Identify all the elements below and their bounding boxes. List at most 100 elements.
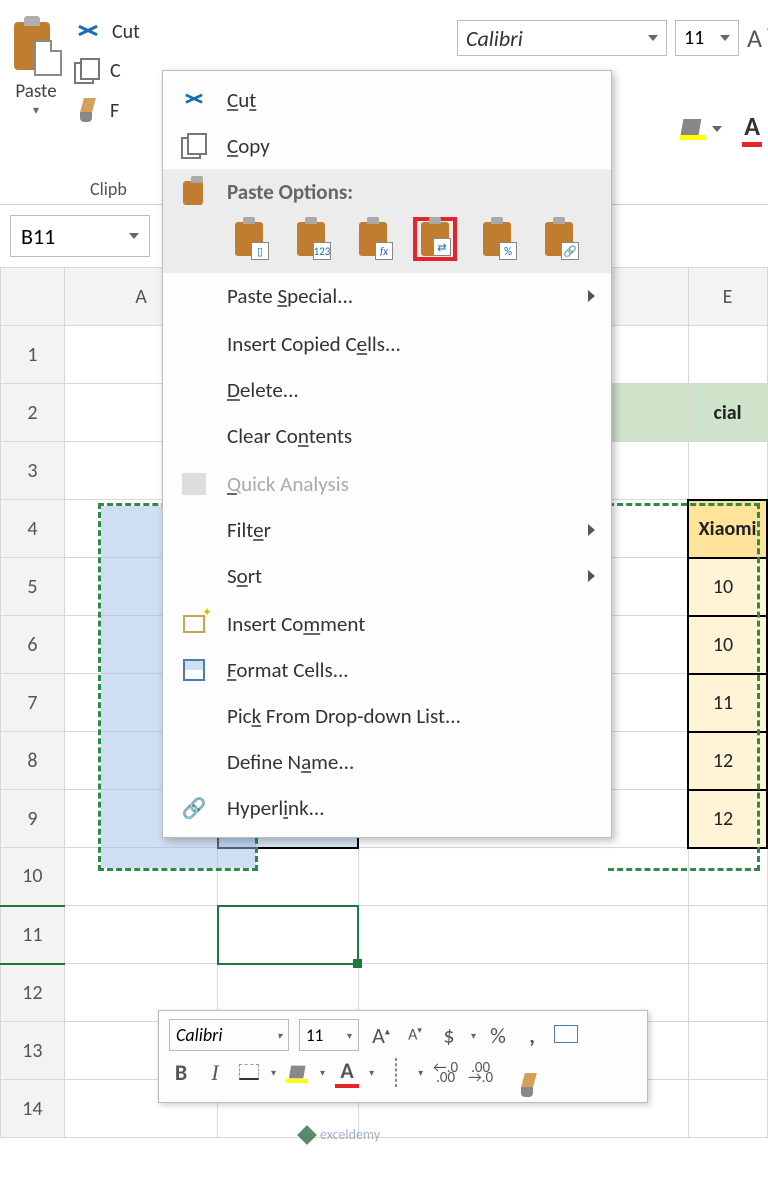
paste-option-formatting[interactable]: % [475, 217, 519, 261]
mini-border-style[interactable] [384, 1059, 408, 1086]
paste-option-formulas[interactable]: fx [351, 217, 395, 261]
data-cell[interactable]: 11 [688, 674, 767, 732]
font-color-button[interactable]: A [742, 110, 762, 147]
increase-font-button[interactable]: A [747, 22, 762, 54]
mini-toolbar: Calibri▾ 11▾ A▴ A▾ $ ▾ % , B I ▾ ▾ A ▾ ▾… [158, 1010, 648, 1103]
paste-option-values[interactable]: 123 [289, 217, 333, 261]
brush-icon [74, 98, 100, 124]
data-cell[interactable]: 12 [688, 732, 767, 790]
link-icon: 🔗 [179, 795, 209, 821]
data-cell[interactable]: 10 [688, 558, 767, 616]
row-header[interactable]: 12 [1, 964, 65, 1022]
row-header[interactable]: 4 [1, 500, 65, 558]
data-cell[interactable]: 12 [688, 790, 767, 848]
ctx-clear-contents[interactable]: Clear Contents [163, 413, 611, 459]
mini-italic[interactable]: I [203, 1060, 227, 1086]
scissors-icon [74, 20, 102, 44]
ctx-format-cells[interactable]: Format Cells... [163, 647, 611, 693]
mini-percent-format[interactable]: % [486, 1022, 510, 1049]
chevron-right-icon [588, 524, 595, 536]
mini-fill-color[interactable] [286, 1062, 310, 1083]
col-header-E[interactable]: E [688, 268, 767, 326]
title-cell: cial [688, 384, 767, 442]
paste-split-button[interactable]: Paste ▾ [10, 10, 62, 118]
row-header[interactable]: 9 [1, 790, 65, 848]
paste-option-link[interactable]: 🔗 [537, 217, 581, 261]
copy-icon [74, 58, 100, 84]
mini-shrink-font[interactable]: A▾ [403, 1025, 427, 1044]
cut-button[interactable]: Cut [74, 20, 140, 44]
doc-icon: ▯ [251, 242, 269, 260]
chevron-right-icon [588, 290, 595, 302]
format-painter-label: F [110, 99, 119, 123]
font-name-combo[interactable]: Calibri [457, 20, 667, 56]
font-size-combo[interactable]: 11 [675, 20, 739, 56]
row-header[interactable]: 5 [1, 558, 65, 616]
chevron-right-icon [588, 570, 595, 582]
mini-decrease-decimal[interactable]: .00→.0 [468, 1063, 493, 1083]
name-box[interactable]: B11 [10, 215, 150, 257]
paste-label: Paste [15, 80, 56, 103]
ctx-filter[interactable]: Filter [163, 507, 611, 553]
row-header[interactable]: 7 [1, 674, 65, 732]
mini-grow-font[interactable]: A▴ [369, 1022, 393, 1049]
paste-option-transpose[interactable]: ⇄ [413, 217, 457, 261]
chevron-down-icon [129, 233, 139, 239]
mini-increase-decimal[interactable]: ←.0.00 [433, 1063, 458, 1083]
active-cell[interactable] [218, 906, 359, 964]
mini-font-color[interactable]: A [335, 1057, 359, 1088]
ctx-cut[interactable]: Cut [163, 77, 611, 123]
row-header[interactable]: 1 [1, 326, 65, 384]
ctx-hyperlink[interactable]: 🔗 Hyperlink... [163, 785, 611, 831]
copy-button[interactable]: C [74, 58, 140, 84]
row-header[interactable]: 10 [1, 848, 65, 906]
row-header[interactable]: 2 [1, 384, 65, 442]
ctx-paste-special[interactable]: Paste Special... [163, 273, 611, 319]
select-all-corner[interactable] [1, 268, 65, 326]
ctx-define-name[interactable]: Define Name... [163, 739, 611, 785]
copy-label: C [110, 59, 121, 83]
mini-font-size[interactable]: 11▾ [299, 1019, 359, 1051]
context-menu: Cut Copy Paste Options: ▯ 123 fx ⇄ % 🔗 P… [162, 70, 612, 838]
row-header[interactable]: 6 [1, 616, 65, 674]
mini-accounting-format[interactable]: $ [437, 1022, 461, 1049]
ctx-copy[interactable]: Copy [163, 123, 611, 169]
fill-color-button[interactable] [680, 117, 722, 140]
comment-icon [183, 615, 205, 633]
format-cells-icon [183, 659, 205, 681]
row-header[interactable]: 3 [1, 442, 65, 500]
fill-handle[interactable] [353, 959, 362, 968]
watermark: exceldemy [300, 1126, 380, 1143]
mini-merge-center[interactable] [554, 1022, 578, 1049]
chevron-down-icon [720, 35, 730, 41]
ctx-pick-from-list[interactable]: Pick From Drop-down List... [163, 693, 611, 739]
mini-borders[interactable] [237, 1059, 261, 1086]
paste-icon [10, 16, 62, 76]
copy-icon [181, 133, 207, 159]
ctx-insert-comment[interactable]: Insert Comment [163, 601, 611, 647]
mini-font-name[interactable]: Calibri▾ [169, 1019, 289, 1051]
ctx-quick-analysis: Quick Analysis [163, 461, 611, 507]
mini-bold[interactable]: B [169, 1059, 193, 1086]
ctx-paste-options-row: ▯ 123 fx ⇄ % 🔗 [163, 211, 611, 273]
table-header-cell[interactable]: Xiaomi [688, 500, 767, 558]
data-cell[interactable]: 10 [688, 616, 767, 674]
ctx-delete[interactable]: Delete... [163, 367, 611, 413]
row-header[interactable]: 14 [1, 1080, 65, 1138]
clipboard-group-label: Clipb [90, 178, 127, 200]
ctx-paste-options-header: Paste Options: [163, 169, 611, 211]
bucket-icon [288, 1064, 307, 1080]
ctx-insert-copied-cells[interactable]: Insert Copied Cells... [163, 321, 611, 367]
chevron-down-icon [712, 126, 722, 132]
row-header[interactable]: 8 [1, 732, 65, 790]
paste-dropdown-arrow[interactable]: ▾ [33, 103, 39, 118]
chevron-down-icon [648, 35, 658, 41]
row-header[interactable]: 13 [1, 1022, 65, 1080]
paste-option-keep-source[interactable]: ▯ [227, 217, 271, 261]
quick-analysis-icon [182, 473, 206, 495]
bucket-icon [680, 117, 704, 137]
format-painter-button[interactable]: F [74, 98, 140, 124]
row-header-active[interactable]: 11 [1, 906, 65, 964]
mini-comma-format[interactable]: , [520, 1022, 544, 1049]
ctx-sort[interactable]: Sort [163, 553, 611, 599]
